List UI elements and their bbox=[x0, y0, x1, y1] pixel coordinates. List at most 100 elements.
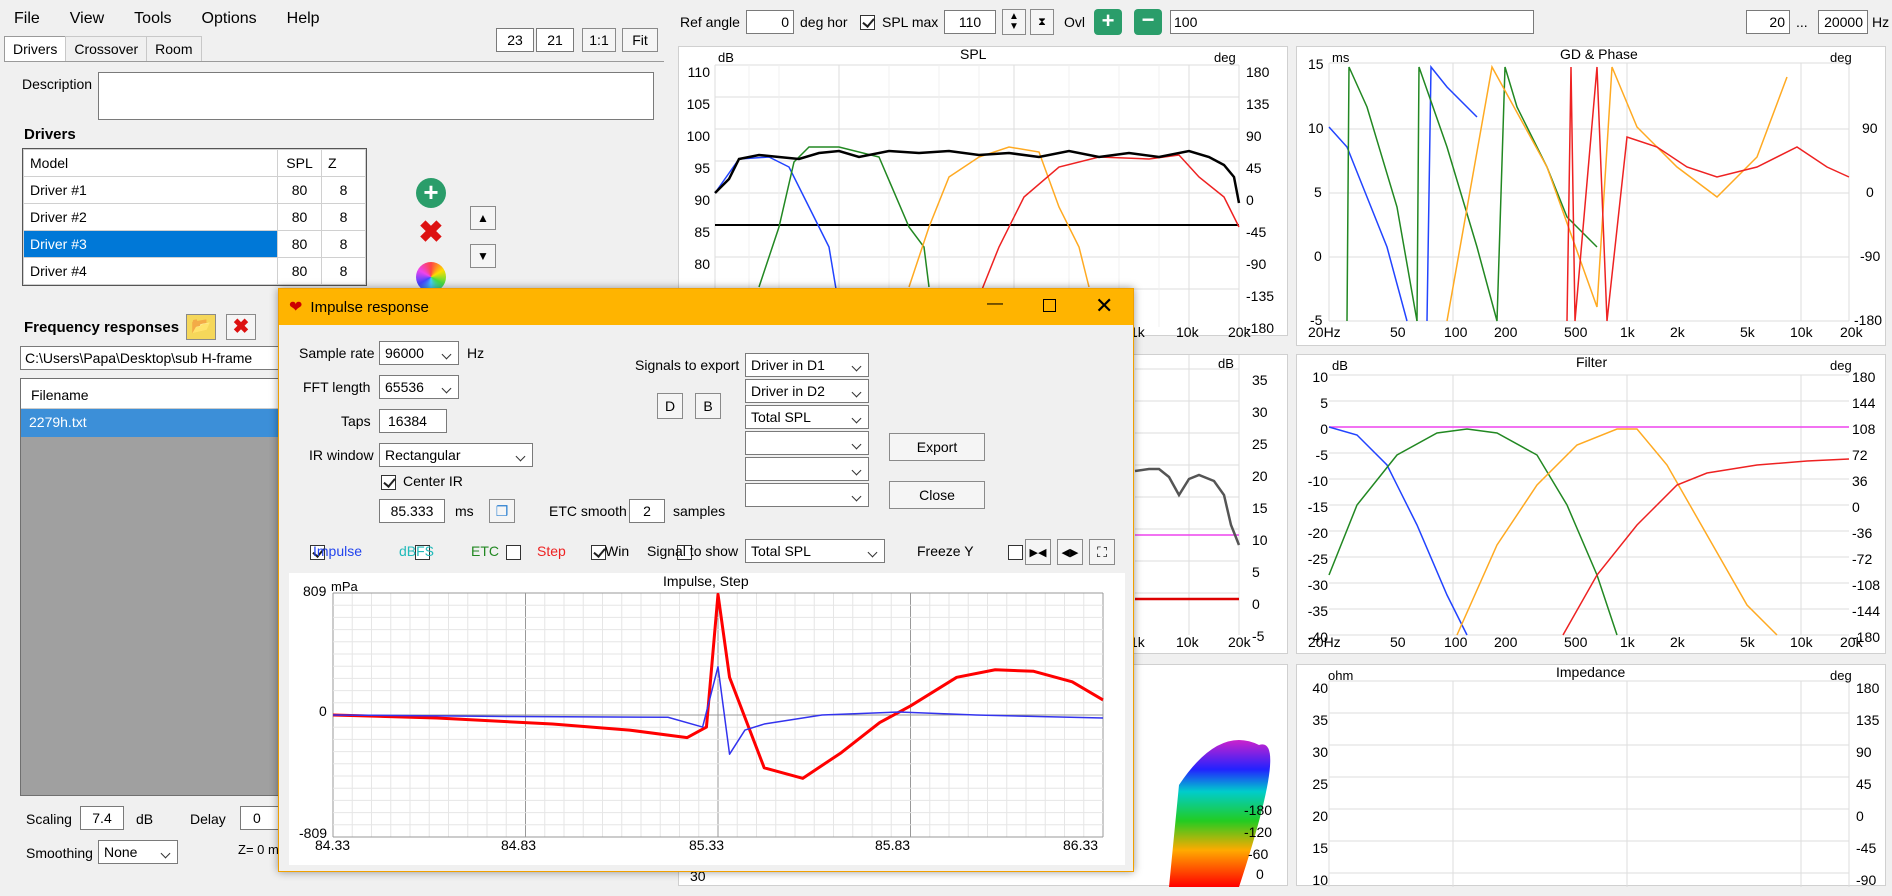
tick: 10k bbox=[1790, 324, 1813, 340]
export-signal-5[interactable] bbox=[745, 457, 869, 481]
tab-drivers[interactable]: Drivers bbox=[4, 36, 67, 63]
tick: 10 bbox=[1252, 532, 1268, 548]
delay-field[interactable]: 0 bbox=[240, 806, 280, 830]
taps-field[interactable]: 16384 bbox=[379, 409, 447, 433]
tab-crossover[interactable]: Crossover bbox=[65, 36, 148, 62]
spl-max-field[interactable]: 110 bbox=[944, 10, 996, 34]
freeze-y-checkbox[interactable] bbox=[1008, 544, 1024, 560]
filter-svg bbox=[1328, 374, 1850, 636]
col-spl[interactable]: SPL bbox=[277, 149, 322, 177]
remove-file-icon[interactable]: ✖ bbox=[226, 314, 256, 340]
minimize-icon[interactable]: — bbox=[987, 295, 1003, 313]
tick: 5 bbox=[1320, 395, 1328, 411]
description-input[interactable] bbox=[98, 72, 654, 120]
tick: 180 bbox=[1856, 680, 1880, 696]
tick: 90 bbox=[1856, 744, 1872, 760]
menu-file[interactable]: File bbox=[14, 10, 40, 28]
open-folder-icon[interactable]: 📂 bbox=[186, 314, 216, 340]
spl-max-checkbox[interactable] bbox=[860, 14, 875, 30]
filter-chart[interactable] bbox=[1296, 354, 1886, 654]
sample-rate-select[interactable]: 96000 bbox=[379, 341, 459, 365]
freq-min-field[interactable]: 20 bbox=[1746, 10, 1790, 34]
export-signal-6[interactable] bbox=[745, 483, 869, 507]
etc-smooth-field[interactable]: 2 bbox=[629, 499, 665, 523]
move-down-button[interactable]: ▼ bbox=[470, 244, 496, 268]
path-field[interactable]: C:\Users\Papa\Desktop\sub H-frame bbox=[20, 346, 290, 370]
col-z[interactable]: Z bbox=[321, 149, 366, 177]
table-row[interactable]: Driver #4 80 8 bbox=[23, 257, 366, 285]
fft-label: FFT length bbox=[303, 379, 371, 395]
one-to-one-button[interactable]: 1:1 bbox=[582, 28, 616, 52]
tick: 2k bbox=[1670, 324, 1685, 340]
spl-reset-button[interactable]: ⧗ bbox=[1030, 9, 1054, 35]
minus-icon[interactable]: − bbox=[1134, 9, 1162, 35]
plus-icon[interactable]: + bbox=[1094, 9, 1122, 35]
mid-xtick: 10k bbox=[1176, 634, 1199, 650]
tick: 180 bbox=[1246, 64, 1270, 80]
add-driver-icon[interactable]: + bbox=[416, 178, 446, 208]
col-filename[interactable]: Filename bbox=[21, 379, 281, 409]
freq-max-field[interactable]: 20000 bbox=[1818, 10, 1868, 34]
copy-icon[interactable]: ❐ bbox=[489, 499, 515, 523]
polar-tick: 0 bbox=[1256, 866, 1264, 882]
impulse-xtick: 86.33 bbox=[1063, 837, 1099, 853]
file-list[interactable]: Filename 2279h.txt bbox=[20, 378, 282, 796]
delete-driver-icon[interactable]: ✖ bbox=[416, 218, 446, 248]
fit-button[interactable]: Fit bbox=[622, 28, 658, 52]
ovl-input[interactable]: 100 bbox=[1170, 10, 1534, 34]
zoom-in-x-icon[interactable]: ▶◀ bbox=[1025, 539, 1051, 565]
impulse-chart[interactable] bbox=[289, 573, 1125, 865]
export-signal-3[interactable]: Total SPL bbox=[745, 405, 869, 429]
d-button[interactable]: D bbox=[657, 393, 683, 419]
tick: 2k bbox=[1670, 634, 1685, 650]
export-signal-4[interactable] bbox=[745, 431, 869, 455]
fullscreen-icon[interactable]: ⛶ bbox=[1089, 539, 1115, 565]
menu-help[interactable]: Help bbox=[287, 10, 320, 28]
table-row[interactable]: Driver #1 80 8 bbox=[23, 176, 366, 204]
b-button[interactable]: B bbox=[695, 393, 721, 419]
ref-angle-field[interactable]: 0 bbox=[746, 10, 794, 34]
menu-options[interactable]: Options bbox=[202, 10, 257, 28]
tick: 80 bbox=[694, 256, 710, 272]
zoom-out-x-icon[interactable]: ◀▶ bbox=[1057, 539, 1083, 565]
menu-tools[interactable]: Tools bbox=[134, 10, 171, 28]
impedance-chart[interactable] bbox=[1296, 664, 1886, 887]
tick: 85 bbox=[694, 224, 710, 240]
tab-room[interactable]: Room bbox=[146, 36, 202, 62]
tick: 110 bbox=[687, 64, 710, 80]
tick: 10 bbox=[1312, 369, 1328, 385]
signal-show-select[interactable]: Total SPL bbox=[745, 539, 885, 563]
etc-checkbox[interactable] bbox=[505, 544, 521, 560]
col-model[interactable]: Model bbox=[23, 149, 278, 177]
grey-curve bbox=[1134, 467, 1241, 546]
close-button[interactable]: Close bbox=[889, 481, 985, 509]
ir-window-select[interactable]: Rectangular bbox=[379, 443, 533, 467]
move-up-button[interactable]: ▲ bbox=[470, 206, 496, 230]
deg-hor-label: deg hor bbox=[800, 14, 848, 30]
table-row-selected[interactable]: Driver #3 80 8 bbox=[23, 230, 366, 258]
num2-field[interactable]: 21 bbox=[536, 28, 574, 52]
tab-strip: Drivers Crossover Room bbox=[4, 36, 202, 63]
file-row[interactable]: 2279h.txt bbox=[21, 409, 281, 437]
impulse-chart-svg bbox=[332, 592, 1104, 838]
close-icon[interactable]: ✕ bbox=[1095, 293, 1113, 319]
export-signal-2[interactable]: Driver in D2 bbox=[745, 379, 869, 403]
center-ir-checkbox[interactable] bbox=[381, 474, 396, 490]
gd-phase-chart[interactable] bbox=[1296, 46, 1886, 346]
menu-view[interactable]: View bbox=[70, 10, 104, 28]
spl-updown-button[interactable]: ▲ ▼ bbox=[1002, 9, 1026, 35]
table-row[interactable]: Driver #2 80 8 bbox=[23, 203, 366, 231]
fft-select[interactable]: 65536 bbox=[379, 375, 459, 399]
triangle-down-icon: ▼ bbox=[477, 249, 489, 263]
step-checkbox[interactable] bbox=[590, 544, 606, 560]
gd-ytick: 15 bbox=[1308, 56, 1324, 72]
scaling-field[interactable]: 7.4 bbox=[80, 806, 124, 830]
ms-field[interactable]: 85.333 bbox=[379, 499, 445, 523]
smoothing-select[interactable]: None bbox=[98, 840, 178, 864]
export-signal-1[interactable]: Driver in D1 bbox=[745, 353, 869, 377]
tick: 90 bbox=[1246, 128, 1262, 144]
num1-field[interactable]: 23 bbox=[496, 28, 534, 52]
maximize-icon[interactable] bbox=[1043, 299, 1056, 312]
range-dots: ... bbox=[1796, 14, 1808, 30]
export-button[interactable]: Export bbox=[889, 433, 985, 461]
